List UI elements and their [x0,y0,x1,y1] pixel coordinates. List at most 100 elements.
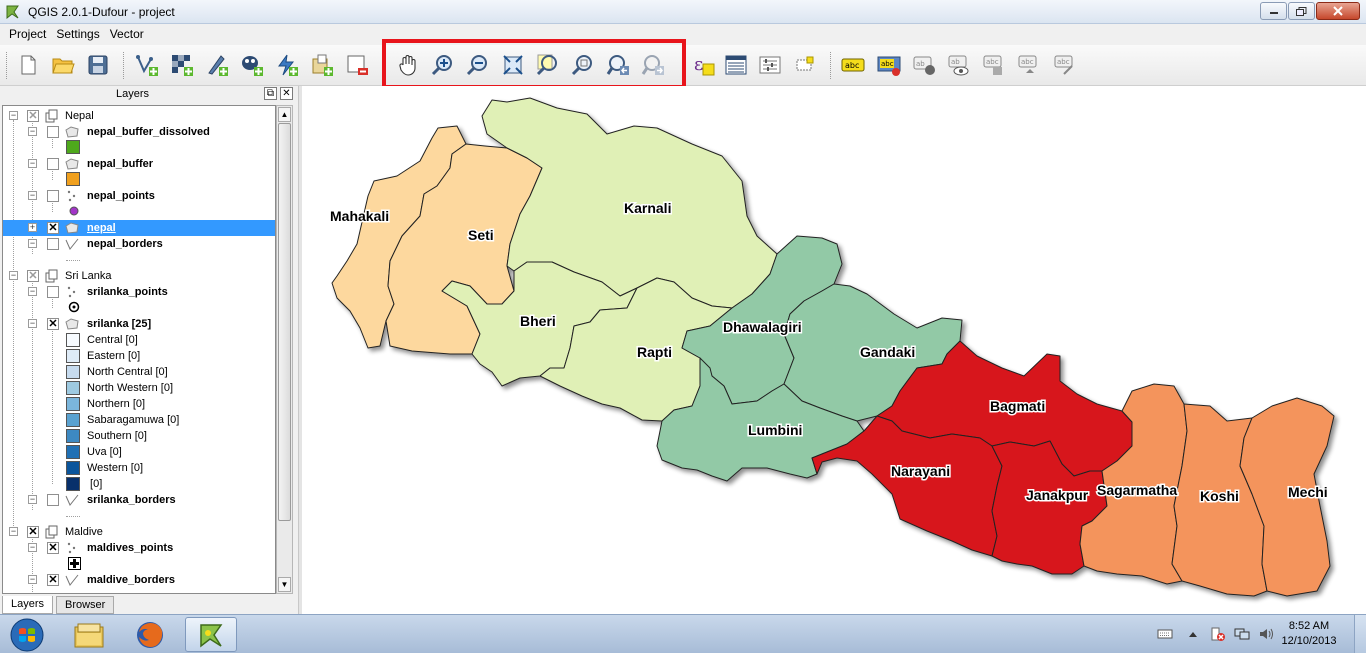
collapse-toggle[interactable]: − [28,495,37,504]
zoom-in-button[interactable] [430,52,456,78]
layer-checkbox[interactable]: ✕ [47,574,59,586]
collapse-toggle[interactable]: − [9,111,18,120]
field-calculator-button[interactable]: ε [691,52,717,78]
collapse-toggle[interactable]: − [28,319,37,328]
layer-group-sri-lanka[interactable]: − ✕ Sri Lanka [3,268,275,284]
layer-row-maldive-borders[interactable]: − ✕ maldive_borders [3,572,275,588]
zoom-to-layer-button[interactable] [570,52,596,78]
zoom-to-selection-button[interactable] [535,52,561,78]
add-vector-layer-button[interactable] [134,52,160,78]
layer-checkbox[interactable] [47,190,59,202]
show-desktop-button[interactable] [1354,615,1366,653]
layer-checkbox[interactable] [47,286,59,298]
expand-toggle[interactable]: + [28,223,37,232]
float-panel-button[interactable]: ⧉ [264,87,277,100]
zoom-out-button[interactable] [465,52,491,78]
label-koshi: Koshi [1200,488,1239,504]
layer-group-maldive[interactable]: − ✕ Maldive [3,524,275,540]
layer-checkbox[interactable] [47,494,59,506]
keyboard-icon[interactable] [1157,627,1173,641]
network-icon[interactable] [1234,627,1250,641]
zoom-last-button[interactable] [605,52,631,78]
collapse-toggle[interactable]: − [9,271,18,280]
collapse-toggle[interactable]: − [28,239,37,248]
tab-layers[interactable]: Layers [2,596,54,614]
layer-row-nepal-buffer-dissolved[interactable]: − nepal_buffer_dissolved [3,124,275,140]
collapse-toggle[interactable]: − [28,575,37,584]
label-button[interactable]: abc [840,52,866,78]
legend-class-uva: Uva [0] [3,444,275,460]
layer-row-srilanka-points[interactable]: − srilanka_points [3,284,275,300]
show-hide-label-button[interactable]: ab [946,52,972,78]
layer-checkbox[interactable]: ✕ [47,542,59,554]
layer-tree-scrollbar[interactable]: ▲ ▼ [276,105,293,594]
layer-row-nepal-buffer[interactable]: − nepal_buffer [3,156,275,172]
zoom-full-button[interactable] [500,52,526,78]
add-delimited-text-button[interactable] [204,52,230,78]
action-center-icon[interactable] [1210,627,1226,641]
add-postgis-button[interactable] [239,52,265,78]
layer-row-nepal-borders[interactable]: − nepal_borders [3,236,275,252]
volume-icon[interactable] [1258,627,1274,641]
open-project-button[interactable] [50,52,76,78]
collapse-toggle[interactable]: − [28,159,37,168]
add-raster-layer-button[interactable] [169,52,195,78]
layer-group-nepal[interactable]: − ✕ Nepal [3,108,275,124]
menu-vector[interactable]: Vector [105,25,149,44]
group-checkbox[interactable]: ✕ [27,110,39,122]
new-annotation-button[interactable] [792,52,818,78]
maximize-button[interactable] [1288,2,1315,20]
taskbar-explorer[interactable] [63,617,115,652]
new-project-button[interactable] [15,52,41,78]
add-wms-button[interactable] [309,52,335,78]
line-symbol [66,516,80,517]
menu-project[interactable]: Project [4,25,51,44]
change-label-button[interactable]: abc [1052,52,1078,78]
collapse-toggle[interactable]: − [28,543,37,552]
layer-row-nepal-points[interactable]: − nepal_points [3,188,275,204]
close-panel-button[interactable]: ✕ [280,87,293,100]
zoom-next-button[interactable] [640,52,666,78]
attribute-table-button[interactable] [723,52,749,78]
collapse-toggle[interactable]: − [28,127,37,136]
layer-row-srilanka[interactable]: − ✕ srilanka [25] [3,316,275,332]
layer-checkbox[interactable] [47,158,59,170]
pan-button[interactable] [395,52,421,78]
layer-checkbox[interactable]: ✕ [47,222,59,234]
tab-browser[interactable]: Browser [56,596,115,614]
scroll-up-button[interactable]: ▲ [278,107,291,122]
group-checkbox[interactable]: ✕ [27,526,39,538]
line-layer-icon [65,238,79,250]
show-hidden-icons-icon[interactable] [1185,627,1201,641]
layer-row-maldives-points[interactable]: − ✕ maldives_points [3,540,275,556]
remove-layer-button[interactable] [344,52,370,78]
layer-checkbox[interactable] [47,238,59,250]
group-checkbox[interactable]: ✕ [27,270,39,282]
collapse-toggle[interactable]: − [9,527,18,536]
minimize-button[interactable] [1260,2,1287,20]
scroll-down-button[interactable]: ▼ [278,577,291,592]
move-label-button[interactable]: abc [981,52,1007,78]
scroll-thumb[interactable] [278,123,291,521]
taskbar-qgis[interactable] [185,617,237,652]
measure-button[interactable] [757,52,783,78]
label-highlight-button[interactable]: abc [876,52,902,78]
layer-row-nepal[interactable]: + ✕ nepal [3,220,275,236]
close-button[interactable] [1316,2,1360,20]
collapse-toggle[interactable]: − [28,191,37,200]
add-spatialite-button[interactable] [274,52,300,78]
system-clock[interactable]: 8:52 AM 12/10/2013 [1274,619,1344,649]
polygon-layer-icon [65,126,79,138]
taskbar-firefox[interactable] [124,617,176,652]
layer-checkbox[interactable]: ✕ [47,318,59,330]
zoom-last-icon [606,55,629,75]
map-canvas[interactable]: Mahakali Seti Karnali Bheri Rapti Dhawal… [302,86,1366,614]
menu-settings[interactable]: Settings [51,25,104,44]
start-button[interactable] [0,617,54,652]
save-project-button[interactable] [85,52,111,78]
collapse-toggle[interactable]: − [28,287,37,296]
layer-row-srilanka-borders[interactable]: − srilanka_borders [3,492,275,508]
pin-label-button[interactable]: ab [911,52,937,78]
layer-checkbox[interactable] [47,126,59,138]
rotate-label-button[interactable]: abc [1016,52,1042,78]
